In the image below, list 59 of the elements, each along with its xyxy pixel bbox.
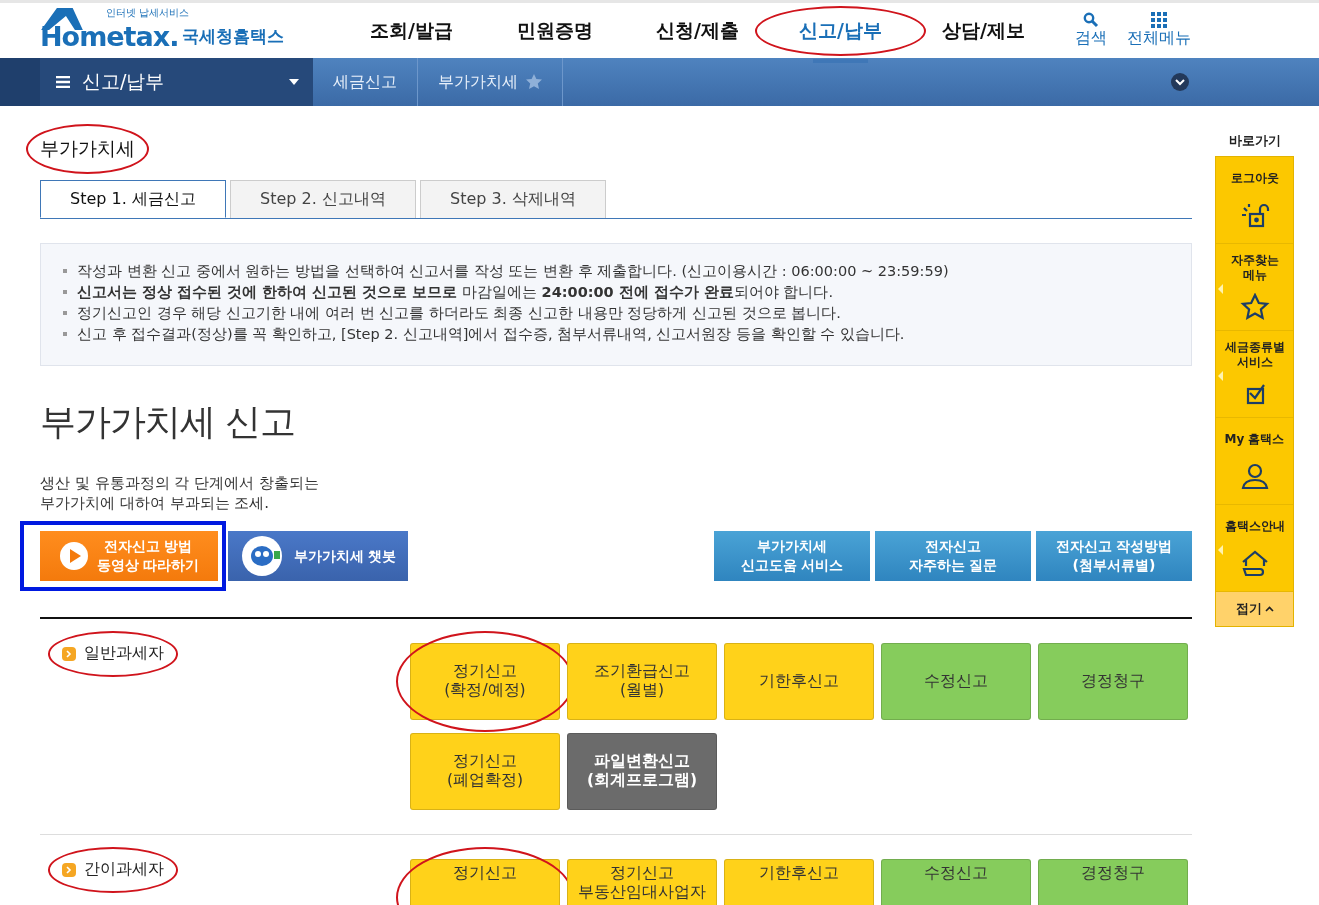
dropdown-caret-icon[interactable] bbox=[289, 79, 299, 85]
step-tab[interactable]: Step 1. 세금신고 bbox=[40, 180, 226, 218]
link-button[interactable]: 전자신고 작성방법 (첨부서류별) bbox=[1036, 531, 1192, 581]
filing-button[interactable]: 파일변환신고 (회계프로그램) bbox=[567, 733, 717, 810]
notice-text: 정기신고인 경우 해당 신고기한 내에 여러 번 신고를 하더라도 최종 신고한 내용만 정당하게 신고된 것으로 봅니다. bbox=[63, 303, 1177, 324]
filing-button[interactable]: 경정청구 bbox=[1038, 643, 1188, 720]
filing-button[interactable]: 정기신고 bbox=[410, 859, 560, 905]
step-tab[interactable]: Step 2. 신고내역 bbox=[230, 180, 416, 218]
notice-text: 신고 후 접수결과(정상)를 꼭 확인하고, [Step 2. 신고내역]에서 접수증, 첨부서류내역, 신고서원장 등을 확인할 수 있습니다. bbox=[63, 324, 1177, 345]
menu-item[interactable]: 상담/제보 bbox=[912, 17, 1055, 44]
filing-button[interactable]: 수정신고 bbox=[881, 643, 1031, 720]
notice-text: 작성과 변환 신고 중에서 원하는 방법을 선택하여 신고서를 작성 또는 변환 후 제출합니다. (신고이용시간 : 06:00:00 ~ 23:59:59) bbox=[63, 261, 1177, 282]
chevron-up-icon bbox=[1264, 606, 1274, 612]
all-menu-button[interactable]: 전체메뉴 bbox=[1127, 12, 1191, 49]
logo-name[interactable]: 국세청홈택스 bbox=[182, 24, 285, 56]
section-title: 부가가치세 신고 bbox=[40, 400, 297, 444]
person-icon bbox=[1239, 461, 1270, 490]
menu-item[interactable]: 민원증명 bbox=[483, 17, 626, 44]
notice-text: 신고서는 정상 접수된 것에 한하여 신고된 것으로 보므로 마감일에는 24:00:00 전에 접수가 완료되어야 합니다. bbox=[63, 282, 1177, 303]
filing-button[interactable]: 정기신고 부동산임대사업자 bbox=[567, 859, 717, 905]
star-icon bbox=[1239, 292, 1270, 321]
bullet-icon bbox=[62, 862, 76, 877]
quick-menu-item[interactable]: My 홈택스 bbox=[1216, 418, 1293, 505]
breadcrumb-item[interactable]: 세금신고 bbox=[313, 58, 418, 106]
breadcrumb-item[interactable]: 부가가치세 bbox=[418, 58, 563, 106]
filing-button[interactable]: 정기신고 (폐업확정) bbox=[410, 733, 560, 810]
link-button[interactable]: 부가가치세 신고도움 서비스 bbox=[714, 531, 870, 581]
taxpayer-type-label: 간이과세자 bbox=[62, 859, 164, 880]
link-button[interactable]: 전자신고 자주하는 질문 bbox=[875, 531, 1031, 581]
expand-icon[interactable] bbox=[1171, 73, 1189, 91]
active-underline bbox=[813, 58, 868, 63]
page-title: 부가가치세 bbox=[40, 136, 135, 161]
bullet-icon bbox=[62, 646, 76, 661]
logo-tagline: 인터넷 납세서비스 bbox=[106, 5, 190, 20]
play-icon bbox=[58, 541, 89, 571]
menu-icon bbox=[56, 76, 70, 88]
filing-button[interactable]: 수정신고 bbox=[881, 859, 1031, 905]
logo-brand[interactable]: Hometax. bbox=[40, 22, 179, 56]
menu-item[interactable]: 신고/납부 bbox=[769, 17, 912, 44]
chatbot-button[interactable]: 부가가치세 챗봇 bbox=[228, 531, 408, 581]
menu-item[interactable]: 신청/제출 bbox=[626, 17, 769, 44]
quick-menu-item[interactable]: 자주찾는 메뉴 bbox=[1216, 244, 1293, 331]
search-icon bbox=[1083, 12, 1099, 28]
filing-button[interactable]: 기한후신고 bbox=[724, 643, 874, 720]
quick-menu-item[interactable]: 로그아웃 bbox=[1216, 157, 1293, 244]
section-description: 생산 및 유통과정의 각 단계에서 창출되는 부가가치에 대하여 부과되는 조세. bbox=[40, 473, 320, 513]
search-button[interactable]: 검색 bbox=[1075, 12, 1107, 49]
filing-button[interactable]: 조기환급신고 (월별) bbox=[567, 643, 717, 720]
filing-button[interactable]: 정기신고 (확정/예정) bbox=[410, 643, 560, 720]
filing-button[interactable]: 기한후신고 bbox=[724, 859, 874, 905]
collapse-button[interactable]: 접기 bbox=[1216, 592, 1293, 626]
taxpayer-type-label: 일반과세자 bbox=[62, 643, 164, 664]
quick-menu-title: 바로가기 bbox=[1228, 132, 1281, 150]
step-tab[interactable]: Step 3. 삭제내역 bbox=[420, 180, 606, 218]
quick-menu-item[interactable]: 세금종류별 서비스 bbox=[1216, 331, 1293, 418]
filing-button[interactable]: 경정청구 bbox=[1038, 859, 1188, 905]
grid-icon bbox=[1151, 12, 1167, 28]
menu-item[interactable]: 조회/발급 bbox=[340, 17, 483, 44]
favorite-star-icon[interactable] bbox=[526, 74, 542, 90]
